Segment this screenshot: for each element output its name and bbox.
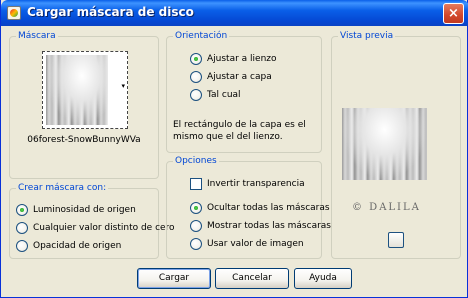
mask-thumbnail-selector[interactable]: ▾: [42, 51, 128, 129]
radio-label: Mostrar todas las máscaras: [207, 221, 331, 231]
radio-fit-layer[interactable]: Ajustar a capa: [190, 70, 272, 84]
checkbox-icon[interactable]: [190, 178, 202, 190]
radio-button-icon[interactable]: [190, 89, 202, 101]
radio-as-is[interactable]: Tal cual: [190, 88, 241, 102]
preview-image: [342, 108, 427, 180]
radio-source-opacity[interactable]: Opacidad de origen: [16, 239, 121, 253]
title-bar[interactable]: Cargar máscara de disco ×: [1, 0, 468, 26]
orientation-description: El rectángulo de la capa es el mismo que…: [173, 120, 306, 142]
radio-use-image-value[interactable]: Usar valor de imagen: [190, 237, 304, 251]
load-button[interactable]: Cargar: [137, 268, 211, 289]
preview-toggle-button[interactable]: [388, 232, 404, 248]
radio-source-luminance[interactable]: Luminosidad de origen: [16, 203, 136, 217]
close-button[interactable]: ×: [443, 3, 464, 24]
radio-button-icon[interactable]: [190, 71, 202, 83]
radio-button-icon[interactable]: [190, 202, 202, 214]
radio-show-all-masks[interactable]: Mostrar todas las máscaras: [190, 219, 331, 233]
mask-filename: 06forest-SnowBunnyWVa: [27, 135, 141, 145]
window-title: Cargar máscara de disco: [27, 5, 194, 19]
mask-thumbnail-image: [46, 55, 118, 125]
orientation-group: Orientación Ajustar a lienzo Ajustar a c…: [166, 30, 322, 153]
radio-label: Opacidad de origen: [33, 241, 122, 251]
help-button[interactable]: Ayuda: [294, 268, 352, 289]
radio-hide-all-masks[interactable]: Ocultar todas las máscaras: [190, 201, 330, 215]
load-mask-dialog: Cargar máscara de disco × Máscara ▾ 06fo…: [0, 0, 468, 298]
radio-label: Luminosidad de origen: [33, 205, 136, 215]
thumbnail-snow-overlay: [108, 55, 118, 125]
checkbox-invert-transparency[interactable]: Invertir transparencia: [190, 177, 305, 191]
options-group-legend: Opciones: [173, 155, 219, 167]
radio-button-icon[interactable]: [190, 53, 202, 65]
checkbox-label: Invertir transparencia: [207, 179, 305, 189]
radio-button-icon[interactable]: [190, 220, 202, 232]
app-icon[interactable]: [7, 6, 21, 20]
preview-watermark: © DALILA: [352, 202, 421, 213]
radio-label: Ajustar a lienzo: [207, 54, 277, 64]
orientation-group-legend: Orientación: [173, 30, 230, 42]
radio-button-icon[interactable]: [16, 204, 28, 216]
preview-group: Vista previa © DALILA: [331, 30, 461, 259]
create-mask-group: Crear máscara con: Luminosidad de origen…: [9, 182, 175, 259]
radio-any-nonzero[interactable]: Cualquier valor distinto de cero: [16, 221, 175, 235]
options-group: Opciones Invertir transparencia Ocultar …: [166, 155, 331, 259]
radio-fit-canvas[interactable]: Ajustar a lienzo: [190, 52, 277, 66]
mask-group: Máscara ▾ 06forest-SnowBunnyWVa: [9, 30, 159, 179]
create-mask-legend: Crear máscara con:: [16, 182, 109, 194]
radio-button-icon[interactable]: [16, 240, 28, 252]
preview-group-legend: Vista previa: [338, 30, 396, 42]
radio-label: Usar valor de imagen: [207, 239, 304, 249]
radio-button-icon[interactable]: [190, 238, 202, 250]
dropdown-arrow-icon[interactable]: ▾: [121, 82, 125, 90]
radio-label: Ajustar a capa: [207, 72, 272, 82]
radio-label: Tal cual: [207, 90, 241, 100]
radio-button-icon[interactable]: [16, 222, 28, 234]
radio-label: Cualquier valor distinto de cero: [33, 223, 175, 233]
radio-label: Ocultar todas las máscaras: [207, 203, 330, 213]
cancel-button[interactable]: Cancelar: [215, 268, 289, 289]
mask-group-legend: Máscara: [16, 30, 58, 42]
